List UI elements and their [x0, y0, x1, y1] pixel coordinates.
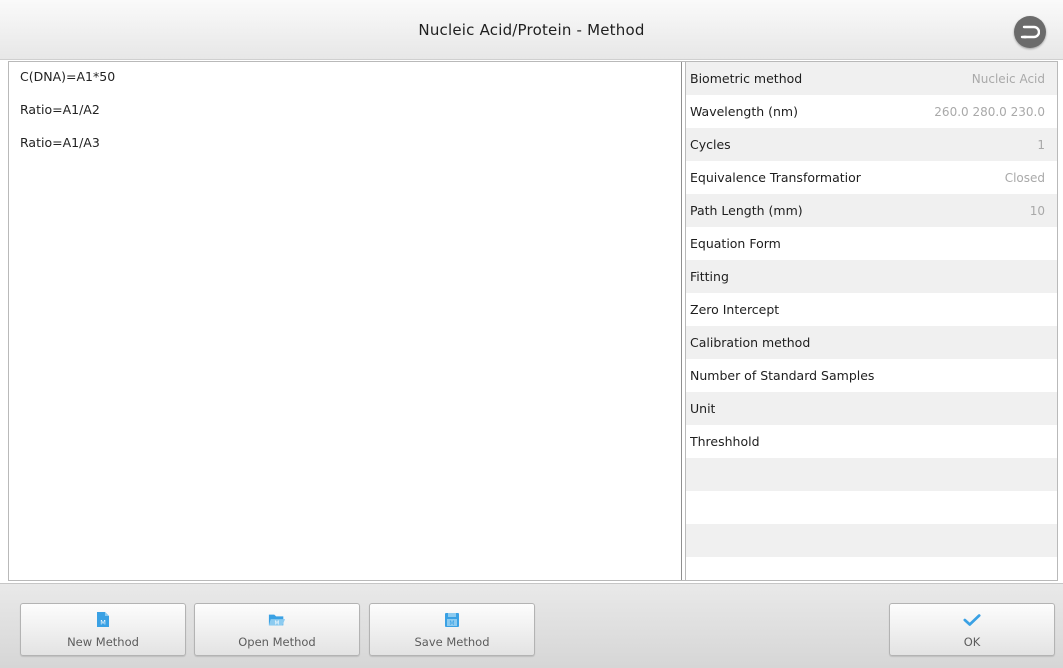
- param-label: Calibration method: [690, 335, 811, 350]
- param-row-zero-intercept[interactable]: Zero Intercept: [686, 293, 1057, 326]
- method-content: C(DNA)=A1*50 Ratio=A1/A2 Ratio=A1/A3 Bio…: [8, 61, 1058, 581]
- open-method-label: Open Method: [238, 634, 316, 649]
- return-arrow-icon: [1020, 25, 1040, 39]
- open-method-button[interactable]: M Open Method: [194, 603, 360, 656]
- param-row-empty: [686, 491, 1057, 524]
- param-row-wavelength[interactable]: Wavelength (nm) 260.0 280.0 230.0: [686, 95, 1057, 128]
- param-label: Number of Standard Samples: [690, 368, 875, 383]
- checkmark-icon: [963, 611, 981, 629]
- param-row-equation-form[interactable]: Equation Form: [686, 227, 1057, 260]
- param-value: 1: [1037, 137, 1045, 152]
- param-label: Wavelength (nm): [690, 104, 798, 119]
- title-bar: Nucleic Acid/Protein - Method: [0, 0, 1063, 60]
- param-row-biometric-method[interactable]: Biometric method Nucleic Acid: [686, 62, 1057, 95]
- param-label: Path Length (mm): [690, 203, 803, 218]
- save-method-button[interactable]: M Save Method: [369, 603, 535, 656]
- param-row-empty: [686, 458, 1057, 491]
- formula-list: C(DNA)=A1*50 Ratio=A1/A2 Ratio=A1/A3: [9, 62, 682, 580]
- open-folder-icon: M: [268, 611, 286, 629]
- new-method-button[interactable]: M New Method: [20, 603, 186, 656]
- svg-text:M: M: [449, 620, 454, 627]
- param-row-calibration-method[interactable]: Calibration method: [686, 326, 1057, 359]
- param-label: Zero Intercept: [690, 302, 780, 317]
- window-title: Nucleic Acid/Protein - Method: [418, 20, 645, 39]
- param-row-fitting[interactable]: Fitting: [686, 260, 1057, 293]
- param-value: Nucleic Acid: [971, 71, 1045, 86]
- param-label: Threshhold: [690, 434, 760, 449]
- formula-item[interactable]: C(DNA)=A1*50: [9, 66, 681, 99]
- param-row-equivalence-transformation[interactable]: Equivalence Transformatior Closed: [686, 161, 1057, 194]
- param-row-standard-samples[interactable]: Number of Standard Samples: [686, 359, 1057, 392]
- param-label: Equation Form: [690, 236, 781, 251]
- formula-item[interactable]: Ratio=A1/A2: [9, 99, 681, 132]
- save-method-label: Save Method: [414, 634, 490, 649]
- formula-item[interactable]: Ratio=A1/A3: [9, 132, 681, 165]
- param-label: Fitting: [690, 269, 729, 284]
- new-file-icon: M: [94, 611, 112, 629]
- param-row-unit[interactable]: Unit: [686, 392, 1057, 425]
- svg-text:M: M: [275, 620, 280, 626]
- back-button[interactable]: [1014, 16, 1046, 48]
- save-disk-icon: M: [443, 611, 461, 629]
- param-row-cycles[interactable]: Cycles 1: [686, 128, 1057, 161]
- param-label: Cycles: [690, 137, 731, 152]
- param-row-empty: [686, 524, 1057, 557]
- param-label: Biometric method: [690, 71, 803, 86]
- ok-button[interactable]: OK: [889, 603, 1055, 656]
- parameter-list: Biometric method Nucleic Acid Wavelength…: [685, 62, 1057, 580]
- param-label: Equivalence Transformatior: [690, 170, 861, 185]
- param-row-path-length[interactable]: Path Length (mm) 10: [686, 194, 1057, 227]
- param-value: Closed: [1004, 170, 1045, 185]
- param-value: 260.0 280.0 230.0: [934, 104, 1045, 119]
- param-value: 10: [1029, 203, 1045, 218]
- ok-label: OK: [963, 634, 981, 649]
- new-method-label: New Method: [67, 634, 139, 649]
- param-label: Unit: [690, 401, 716, 416]
- param-row-threshold[interactable]: Threshhold: [686, 425, 1057, 458]
- bottom-toolbar: M New Method M Open Method M Save Method: [0, 583, 1063, 668]
- svg-text:M: M: [100, 619, 106, 627]
